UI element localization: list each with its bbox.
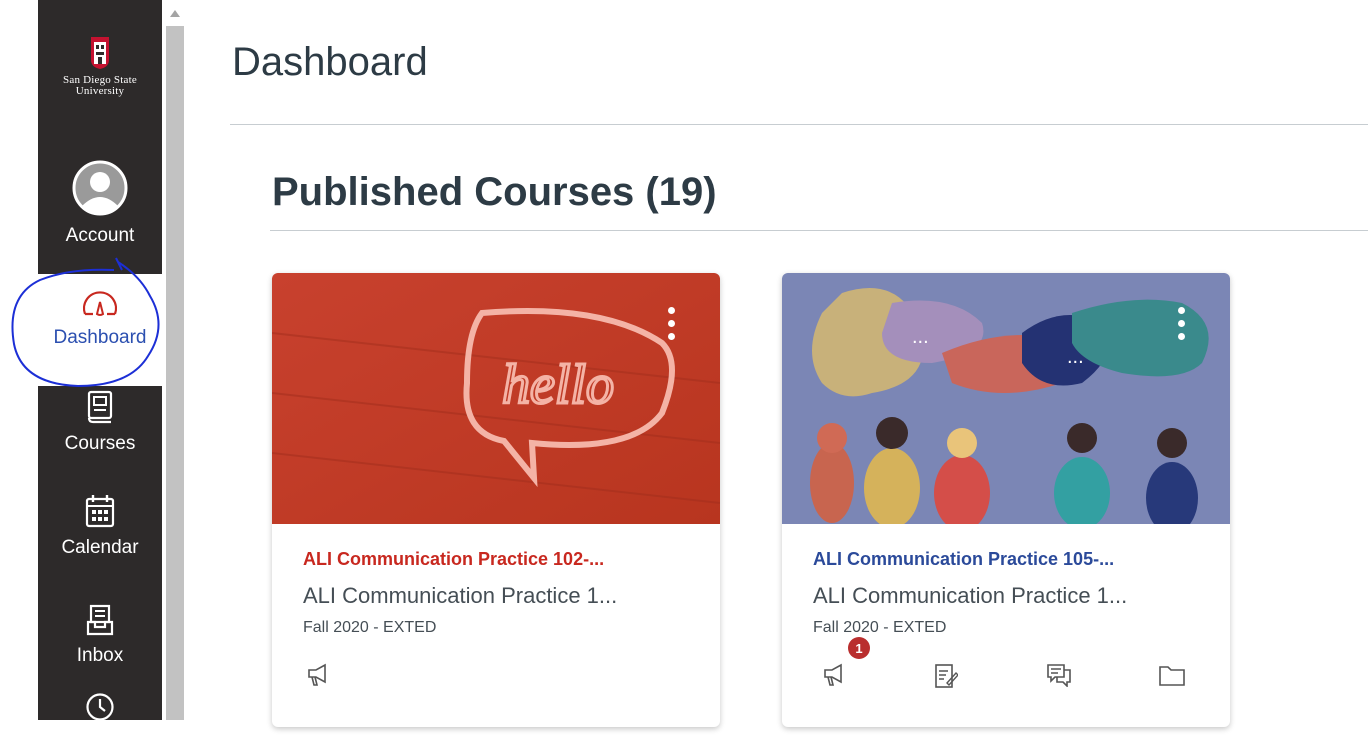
course-title[interactable]: ALI Communication Practice 102-... — [303, 549, 604, 570]
university-logo[interactable]: San Diego State University — [38, 6, 162, 116]
page-title: Dashboard — [232, 40, 428, 84]
assignment-icon[interactable] — [934, 663, 964, 693]
logo-line-2: University — [75, 85, 125, 97]
course-title[interactable]: ALI Communication Practice 105-... — [813, 549, 1114, 570]
card-action-bar: 1 — [782, 637, 1230, 703]
course-term: Fall 2020 - EXTED — [813, 619, 947, 636]
nav-scrollbar-thumb[interactable] — [166, 26, 184, 720]
course-code: ALI Communication Practice 1... — [303, 583, 618, 608]
course-term: Fall 2020 - EXTED — [303, 619, 437, 636]
inbox-icon — [86, 604, 114, 641]
course-card-image[interactable]: ... ... — [782, 273, 1230, 524]
section-divider — [270, 230, 1368, 231]
course-code: ALI Communication Practice 1... — [813, 583, 1128, 608]
courses-icon — [87, 390, 113, 429]
sdsu-shield-icon — [90, 36, 110, 70]
nav-label-courses: Courses — [64, 433, 136, 454]
course-card-image[interactable]: hello — [272, 273, 720, 524]
nav-label-inbox: Inbox — [76, 645, 124, 666]
nav-item-account[interactable]: Account — [38, 160, 162, 247]
course-card[interactable]: ... ... ALI Communication Practice 105-.… — [782, 273, 1230, 727]
files-icon[interactable] — [1158, 663, 1188, 693]
nav-label-calendar: Calendar — [61, 537, 139, 558]
card-options-icon[interactable] — [1178, 307, 1186, 347]
card-options-icon[interactable] — [668, 307, 676, 347]
title-divider — [230, 124, 1368, 125]
annotation-circle — [11, 257, 160, 388]
scroll-up-arrow-icon[interactable] — [170, 10, 180, 17]
nav-item-courses[interactable]: Courses — [38, 390, 162, 455]
nav-item-calendar[interactable]: Calendar — [38, 494, 162, 559]
nav-label-account: Account — [65, 225, 135, 246]
svg-text:hello: hello — [502, 354, 614, 416]
nav-item-history[interactable] — [38, 692, 162, 727]
history-icon — [85, 692, 115, 727]
svg-text:...: ... — [912, 326, 929, 348]
announcement-icon[interactable] — [822, 663, 852, 693]
user-icon — [72, 160, 128, 221]
nav-item-inbox[interactable]: Inbox — [38, 604, 162, 667]
svg-text:...: ... — [1067, 346, 1084, 368]
card-action-bar — [272, 663, 720, 703]
unread-badge: 1 — [848, 637, 870, 659]
main-content: Dashboard Published Courses (19) hello A… — [188, 0, 1368, 746]
section-title: Published Courses (19) — [272, 170, 717, 214]
announcement-icon[interactable] — [306, 663, 336, 693]
calendar-icon — [85, 494, 115, 533]
course-card[interactable]: hello ALI Communication Practice 102-...… — [272, 273, 720, 727]
discussion-icon[interactable] — [1046, 663, 1076, 693]
